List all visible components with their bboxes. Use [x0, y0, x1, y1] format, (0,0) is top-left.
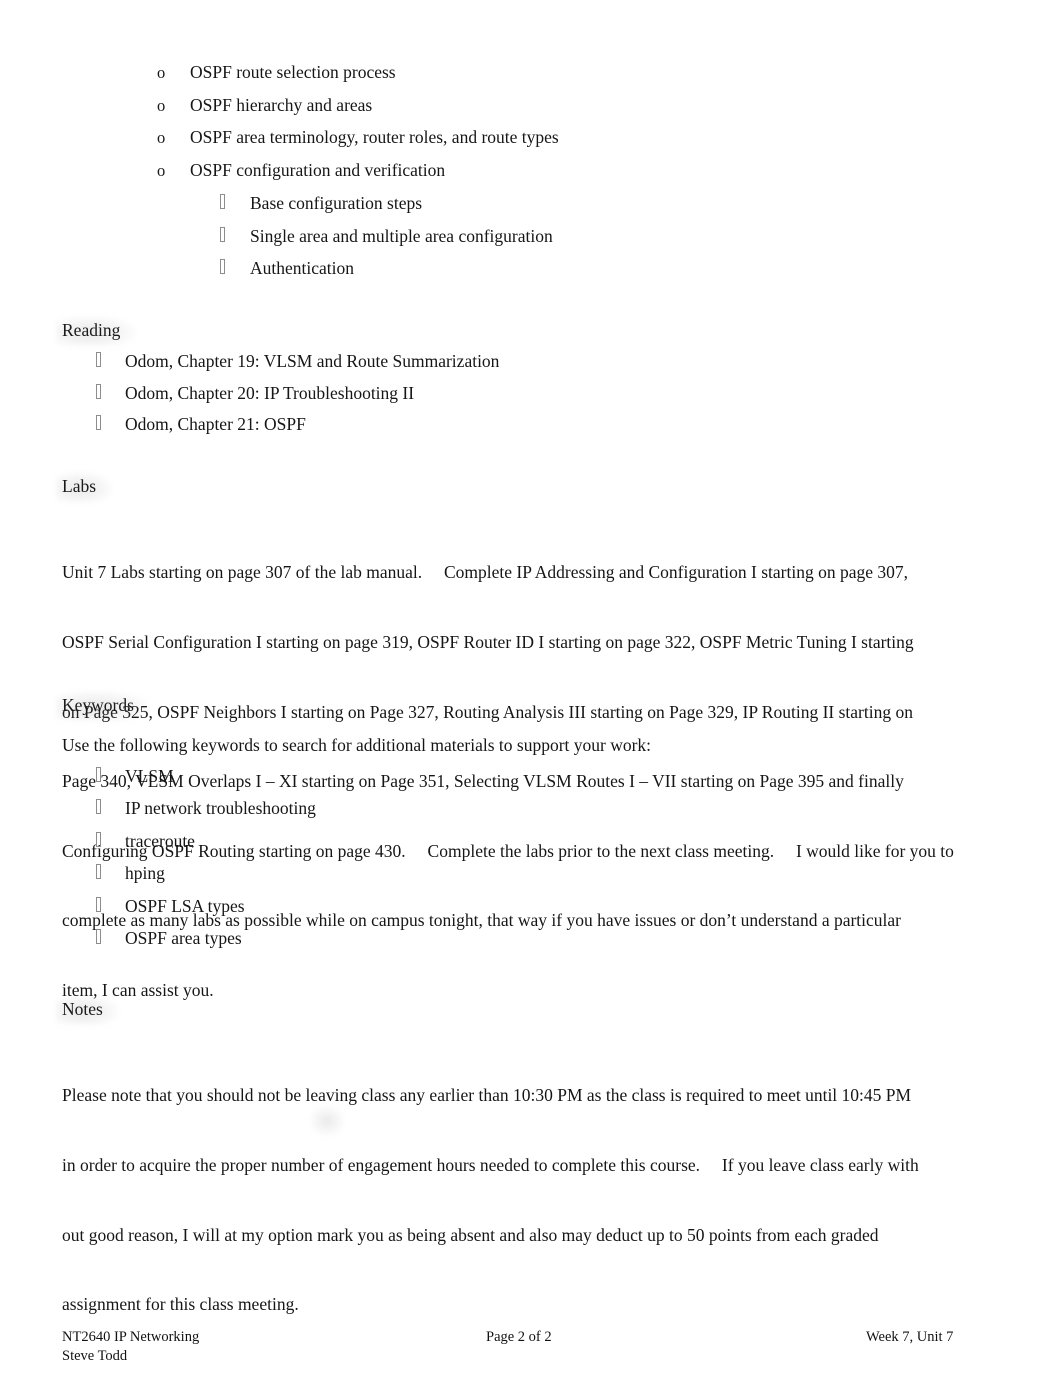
list-item-label: Authentication	[250, 258, 355, 278]
bullet-box-icon	[96, 832, 101, 847]
bullet-o-icon: o	[157, 63, 166, 82]
section-heading-label: Notes	[62, 999, 103, 1019]
list-item-label: hping	[125, 863, 165, 883]
bullet-box-icon	[96, 897, 101, 912]
bullet-box-icon	[96, 929, 101, 944]
footer-course-label: NT2640 IP Networking	[62, 1329, 200, 1345]
labs-line: Unit 7 Labs starting on page 307 of the …	[62, 562, 909, 583]
footer-left: NT2640 IP Networking Steve Todd	[62, 1328, 199, 1365]
bullet-box-icon	[220, 227, 225, 242]
list-item-label: OSPF hierarchy and areas	[190, 95, 373, 115]
bullet-box-icon	[96, 384, 101, 399]
list-item-label: OSPF LSA types	[125, 896, 245, 916]
bullet-o-icon: o	[157, 96, 166, 115]
section-heading-label: Labs	[62, 476, 97, 496]
list-item-label: OSPF configuration and verification	[190, 160, 446, 180]
section-heading-label: Keywords	[62, 695, 134, 715]
list-item-label: IP network troubleshooting	[125, 798, 316, 818]
labs-line: OSPF Serial Configuration I starting on …	[62, 632, 914, 653]
bullet-o-icon: o	[157, 161, 166, 180]
footer-author-label: Steve Todd	[62, 1347, 128, 1364]
labs-line: item, I can assist you.	[62, 980, 214, 1001]
labs-line: on Page 325, OSPF Neighbors I starting o…	[62, 701, 913, 722]
footer-page-number: Page 2 of 2	[486, 1329, 552, 1345]
labs-line: Configuring OSPF Routing starting on pag…	[62, 840, 954, 861]
list-item-label: OSPF area types	[125, 928, 242, 948]
section-heading-keywords: Keywords	[56, 691, 150, 721]
footer-week-unit: Week 7, Unit 7	[866, 1329, 954, 1345]
notes-line: out good reason, I will at my option mar…	[62, 1224, 879, 1245]
notes-line: assignment for this class meeting.	[62, 1294, 299, 1315]
list-item-label: Odom, Chapter 21: OSPF	[125, 414, 306, 434]
section-heading-labs: Labs	[56, 472, 113, 502]
list-item-label: Single area and multiple area configurat…	[250, 226, 553, 246]
keywords-intro: Use the following keywords to search for…	[62, 735, 652, 755]
notes-paragraph: Please note that you should not be leavi…	[62, 1038, 1002, 1363]
list-item-label: OSPF area terminology, router roles, and…	[190, 127, 559, 147]
section-heading-reading: Reading	[56, 316, 137, 346]
list-item-label: traceroute	[125, 831, 195, 851]
notes-line: Please note that you should not be leavi…	[62, 1085, 912, 1106]
list-item-label: Odom, Chapter 20: IP Troubleshooting II	[125, 383, 415, 403]
bullet-o-icon: o	[157, 128, 166, 147]
bullet-box-icon	[220, 259, 225, 274]
section-heading-notes: Notes	[56, 995, 119, 1025]
page-footer: NT2640 IP Networking Steve Todd Page 2 o…	[0, 1328, 1062, 1374]
bullet-box-icon	[96, 415, 101, 430]
bullet-box-icon	[96, 864, 101, 879]
document-page: o OSPF route selection process o OSPF hi…	[0, 0, 1062, 1377]
bullet-box-icon	[96, 352, 101, 367]
labs-line: Page 340, VLSM Overlaps I – XI starting …	[62, 771, 904, 792]
bullet-box-icon	[220, 194, 225, 209]
list-item-label: OSPF route selection process	[190, 62, 396, 82]
list-item-label: Odom, Chapter 19: VLSM and Route Summari…	[125, 351, 500, 371]
bullet-box-icon	[96, 767, 101, 782]
list-item-label: VLSM	[125, 766, 174, 786]
list-item-label: Base configuration steps	[250, 193, 423, 213]
labs-paragraph: Unit 7 Labs starting on page 307 of the …	[62, 515, 1002, 1049]
bullet-box-icon	[96, 799, 101, 814]
notes-line: in order to acquire the proper number of…	[62, 1155, 919, 1176]
section-heading-label: Reading	[62, 320, 121, 340]
